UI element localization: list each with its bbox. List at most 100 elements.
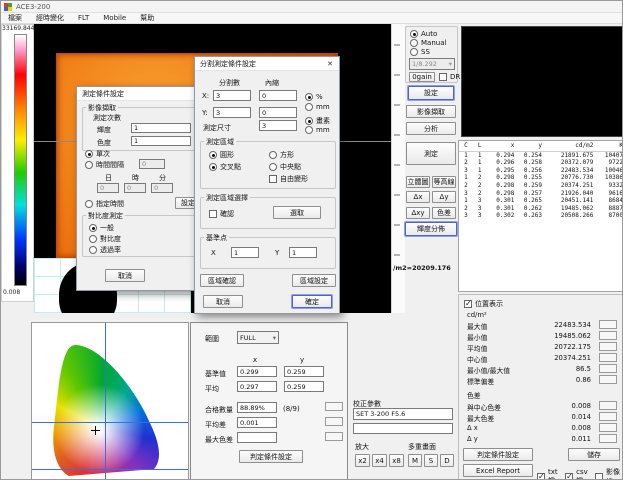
table-row[interactable]: 310.2950.25622483.53410046 [459,167,623,175]
size-pixel-radio[interactable]: 畫素 [305,116,330,126]
luminance-count-field[interactable]: 1 [131,123,191,133]
size-mm-radio-icon[interactable] [305,126,313,134]
measure-button[interactable]: 測定 [406,142,456,165]
pass-count-field[interactable]: 88.89% [237,402,277,413]
measure-dialog-cancel-button[interactable]: 取消 [105,269,145,282]
x-inset-field[interactable]: 0 [259,90,297,101]
pick-button[interactable]: 選取 [273,206,321,219]
file-option[interactable]: txt檔 [537,467,561,480]
table-row[interactable]: 210.2960.25820372.0799722 [459,159,623,167]
save-button[interactable]: 儲存 [568,448,620,461]
delta-xy-button[interactable]: Δxy [406,207,430,219]
range-select[interactable]: FULL ▾ [237,331,279,344]
zoom-x8-button[interactable]: x8 [389,454,404,467]
menu-item[interactable]: Mobile [96,14,133,22]
set-button[interactable]: 設定 [408,86,454,100]
judge-condition-button[interactable]: 判定條件設定 [463,448,533,461]
measurement-table[interactable]: CLxycd/m2K 110.2940.25421891.67510407210… [458,140,623,292]
calibration-extra-field[interactable] [353,423,453,434]
file-option[interactable]: csv檔 [565,467,591,480]
zoom-x4-button[interactable]: x4 [372,454,387,467]
specified-time-radio-icon[interactable] [85,200,93,208]
unit-percent-radio-icon[interactable] [305,93,313,101]
unit-percent-radio[interactable]: % [305,93,323,101]
specified-time-radio[interactable]: 指定時間 [85,199,124,209]
free-transform-checkbox[interactable]: 自由變形 [269,174,308,184]
stat-box[interactable] [599,331,617,340]
table-row[interactable]: 120.2980.25520776.73010386 [459,174,623,182]
crosspoint-radio[interactable]: 交叉點 [209,162,241,172]
shutter-select[interactable]: 1/8.292 ▾ [409,58,455,70]
radio-manual-icon[interactable] [410,39,418,47]
radio-auto-icon[interactable] [410,30,418,38]
confirm-checkbox-icon[interactable] [209,210,217,218]
avg-diff-box[interactable] [325,417,343,426]
split-dialog-title[interactable]: 分割測定條件設定 [195,57,339,71]
menu-item[interactable]: 經時變化 [29,13,71,23]
max-colordiff-field[interactable] [237,432,277,443]
stat-box[interactable] [599,434,617,443]
circle-radio[interactable]: 圓形 [209,150,234,160]
cie-chromaticity-panel[interactable] [31,322,189,480]
reference-y-field[interactable]: 0.259 [284,366,324,377]
menu-item[interactable]: FLT [71,14,96,22]
measure-dialog-title[interactable]: 測定條件設定 [77,87,203,101]
table-row[interactable]: 220.2980.25920374.2519332 [459,182,623,190]
contour-button[interactable]: 等高線 [432,176,456,188]
table-row[interactable]: 130.3010.26520451.1418684 [459,197,623,205]
crosspoint-radio-icon[interactable] [209,163,217,171]
radio-ss[interactable]: SS [410,48,430,56]
judge-condition-button-2[interactable]: 判定條件設定 [239,450,303,463]
centerpoint-radio[interactable]: 中央點 [269,162,301,172]
color-diff-button[interactable]: 色差 [432,207,456,219]
centerpoint-radio-icon[interactable] [269,163,277,171]
y-division-field[interactable]: 3 [213,107,251,118]
menu-item[interactable]: 幫助 [133,13,161,23]
transmit-radio[interactable]: 透過率 [89,245,121,255]
reference-x-field[interactable]: 0.299 [237,366,277,377]
unit-mm-radio[interactable]: mm [305,103,330,111]
position-display-checkbox-icon[interactable] [464,300,472,308]
single-radio[interactable]: 單次 [85,149,110,159]
size-field[interactable]: 3 [259,120,297,131]
dr-checkbox-icon[interactable] [439,73,447,81]
interval-field[interactable]: 0 [139,159,165,169]
luminance-distribution-button[interactable]: 輝度分佈 [405,222,457,236]
stat-box[interactable] [599,412,617,421]
interval-radio-icon[interactable] [85,161,93,169]
day-field[interactable]: 0 [97,183,119,193]
analyze-button[interactable]: 分析 [406,122,456,135]
pass-count-box[interactable] [325,402,343,411]
multiscreen-S-button[interactable]: S [424,454,438,467]
dr-checkbox[interactable]: DR [439,73,460,81]
multiscreen-D-button[interactable]: D [440,454,454,467]
table-row[interactable]: 110.2940.25421891.67510407 [459,152,623,160]
gain-button[interactable]: 0gain [409,72,435,82]
general-radio[interactable]: 一般 [89,223,114,233]
file-option[interactable]: 影像檔 [595,467,623,480]
camera-preview[interactable] [461,26,623,137]
chroma-count-field[interactable]: 1 [131,136,191,146]
stereo-button[interactable]: 立體圖 [406,176,430,188]
file-option-checkbox-icon[interactable] [595,473,603,480]
table-row[interactable]: 230.3010.26219485.0628887 [459,205,623,213]
split-cancel-button[interactable]: 取消 [203,295,243,308]
stat-box[interactable] [599,423,617,432]
stat-box[interactable] [599,353,617,362]
split-ok-button[interactable]: 確定 [292,295,332,308]
y-inset-field[interactable]: 0 [259,107,297,118]
transmit-radio-icon[interactable] [89,246,97,254]
delta-x-button[interactable]: Δx [406,191,430,203]
table-row[interactable]: 320.2980.25721926.0409616 [459,190,623,198]
hour-field[interactable]: 0 [124,183,146,193]
contrast-radio-icon[interactable] [89,235,97,243]
general-radio-icon[interactable] [89,224,97,232]
circle-radio-icon[interactable] [209,151,217,159]
stat-box[interactable] [599,375,617,384]
contrast-radio[interactable]: 對比度 [89,234,121,244]
average-y-field[interactable]: 0.259 [284,381,324,392]
square-radio[interactable]: 方形 [269,150,294,160]
single-radio-icon[interactable] [85,150,93,158]
file-option-checkbox-icon[interactable] [565,473,573,480]
minute-field[interactable]: 0 [151,183,173,193]
